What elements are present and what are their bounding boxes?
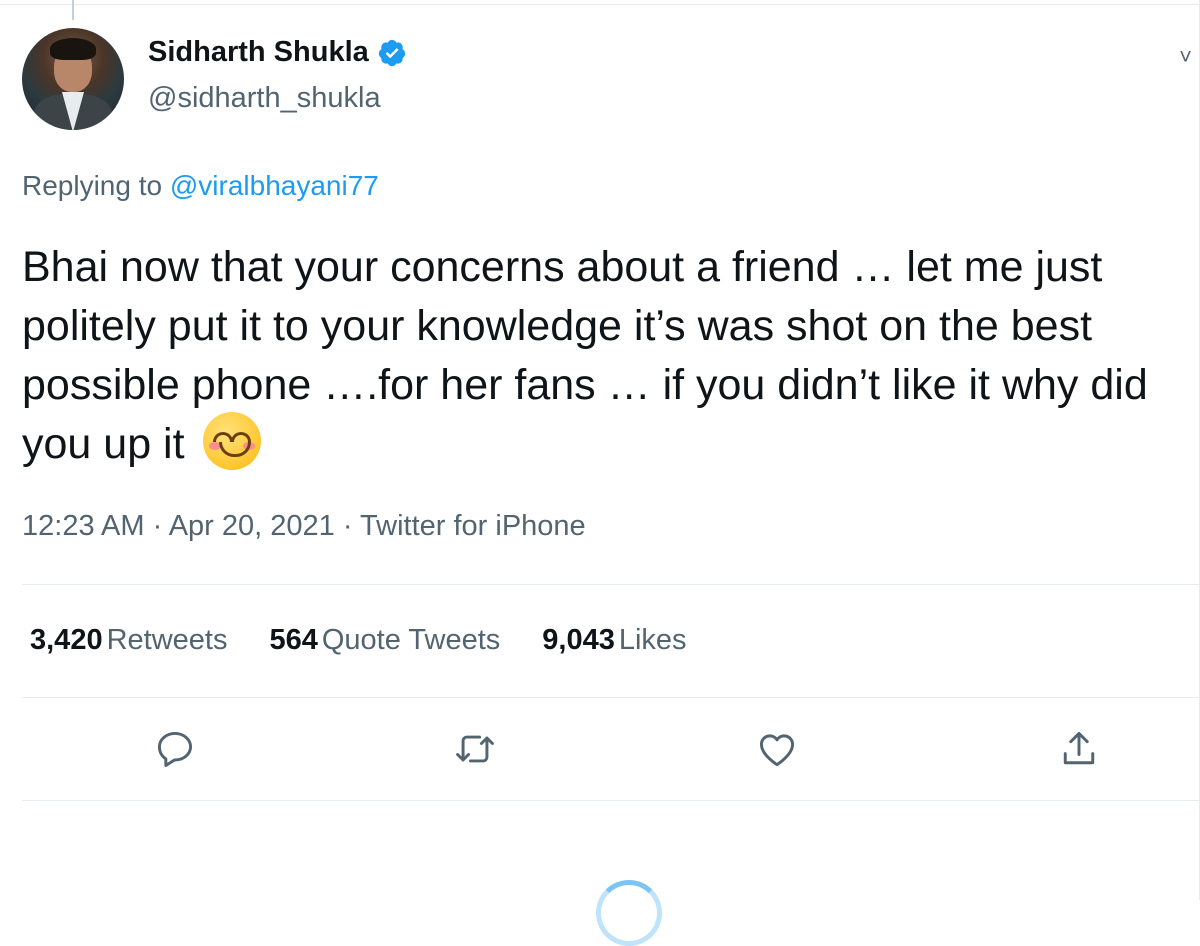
stat-count: 9,043	[542, 624, 615, 656]
stat-quote-tweets[interactable]: 564 Quote Tweets	[269, 624, 500, 657]
more-caret-icon[interactable]: ˅	[1179, 44, 1192, 70]
smiling-face-emoji-icon	[202, 411, 261, 470]
retweet-icon	[456, 735, 494, 763]
tweet-meta[interactable]: 12:23 AM · Apr 20, 2021 · Twitter for iP…	[22, 510, 586, 543]
like-button[interactable]	[752, 724, 802, 774]
loading-spinner-icon	[596, 880, 662, 946]
stat-label: Quote Tweets	[321, 624, 501, 656]
stat-retweets[interactable]: 3,420 Retweets	[30, 624, 227, 657]
retweet-button[interactable]	[450, 724, 500, 774]
stat-count: 3,420	[30, 624, 103, 656]
tweet-text: Bhai now that your concerns about a frie…	[22, 243, 1148, 468]
display-name[interactable]: Sidharth Shukla	[148, 36, 369, 69]
reply-mention-link[interactable]: @viralbhayani77	[170, 170, 379, 201]
replying-to-prefix: Replying to	[22, 170, 170, 201]
avatar[interactable]	[22, 28, 124, 130]
reply-icon	[157, 731, 193, 767]
share-icon	[1063, 731, 1095, 765]
divider	[22, 800, 1200, 801]
replying-to: Replying to @viralbhayani77	[22, 170, 379, 202]
divider	[22, 697, 1200, 698]
stat-label: Retweets	[106, 624, 228, 656]
verified-badge-icon	[378, 39, 405, 66]
like-icon	[759, 734, 795, 767]
tweet-stats: 3,420 Retweets 564 Quote Tweets 9,043 Likes	[30, 624, 729, 657]
tweet-body: Bhai now that your concerns about a frie…	[22, 238, 1182, 476]
stat-likes[interactable]: 9,043 Likes	[542, 624, 686, 657]
divider	[22, 584, 1200, 585]
share-button[interactable]	[1054, 724, 1104, 774]
stat-label: Likes	[618, 624, 687, 656]
author-handle[interactable]: @sidharth_shukla	[148, 82, 381, 115]
author-name-row[interactable]: Sidharth Shukla	[148, 36, 407, 69]
reply-button[interactable]	[150, 724, 200, 774]
stat-count: 564	[269, 624, 318, 656]
thread-line	[72, 0, 74, 20]
top-border	[0, 4, 1200, 5]
avatar-hair	[50, 38, 96, 60]
